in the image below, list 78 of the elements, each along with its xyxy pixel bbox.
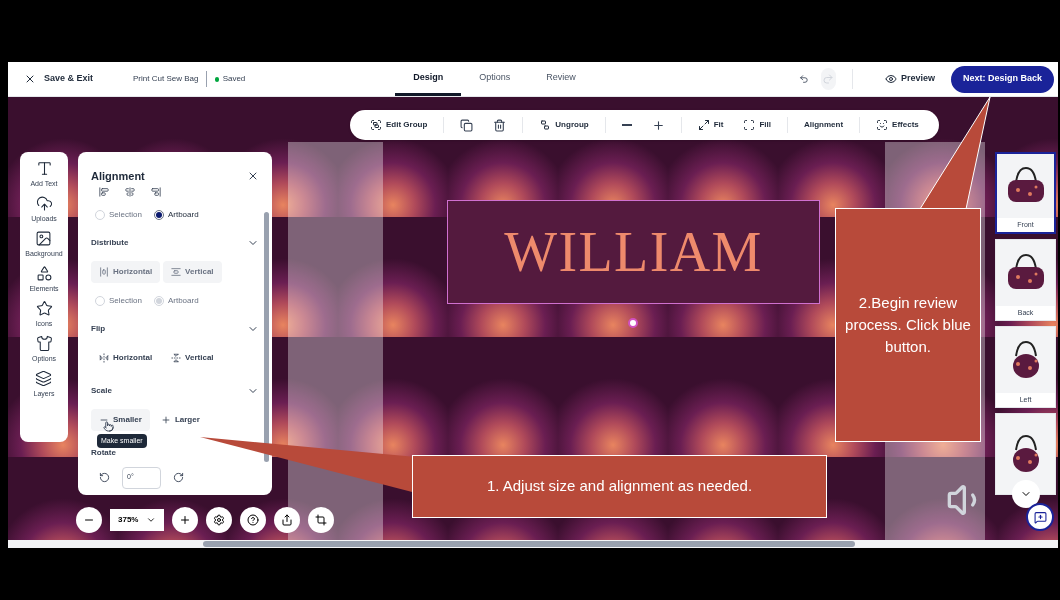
layers-icon bbox=[35, 370, 53, 387]
callout-box: 2.Begin review process. Click blue button. bbox=[835, 208, 981, 442]
text-icon bbox=[35, 160, 53, 177]
settings-icon bbox=[213, 514, 226, 526]
radio-label: Selection bbox=[109, 208, 142, 221]
toolbar-button[interactable]: Fit bbox=[689, 119, 732, 131]
settings-button[interactable] bbox=[206, 507, 233, 533]
align-right-icon[interactable] bbox=[151, 186, 161, 197]
minus-icon bbox=[621, 124, 632, 126]
crop-button[interactable] bbox=[308, 507, 335, 533]
redo-icon bbox=[822, 73, 835, 85]
zoom-level-dropdown[interactable]: 375% bbox=[110, 509, 165, 531]
star-icon bbox=[35, 300, 53, 317]
toolbar-button[interactable]: Fill bbox=[735, 119, 779, 131]
plus-icon bbox=[651, 118, 665, 132]
flip-horizontal-icon bbox=[99, 352, 109, 363]
chat-button[interactable] bbox=[1026, 503, 1054, 531]
frame-icon bbox=[743, 119, 756, 131]
undo-icon[interactable] bbox=[798, 72, 809, 86]
section-title: Scale bbox=[91, 384, 112, 397]
zoom-in-button[interactable] bbox=[172, 507, 199, 533]
horizontal-scrollbar[interactable] bbox=[203, 541, 855, 547]
trash-icon bbox=[493, 118, 507, 132]
shapes-icon bbox=[35, 265, 53, 282]
project-title: Print Cut Sew Bag bbox=[133, 73, 199, 85]
panel-button[interactable]: Smaller bbox=[91, 408, 150, 431]
shirt-icon bbox=[35, 335, 53, 352]
name-text-box[interactable]: WILLIAM bbox=[447, 200, 820, 304]
caret-icon bbox=[146, 515, 157, 525]
tab[interactable]: Options bbox=[461, 62, 529, 96]
hand-cursor-icon bbox=[103, 420, 114, 432]
share-button[interactable] bbox=[274, 507, 301, 533]
toolbar-button[interactable]: Ungroup bbox=[531, 119, 597, 131]
copy-icon bbox=[460, 118, 474, 132]
scrollbar[interactable] bbox=[264, 212, 269, 462]
zoom-out-button[interactable] bbox=[76, 507, 102, 533]
distribute-horizontal-icon bbox=[99, 266, 109, 277]
radio-label: Selection bbox=[109, 294, 142, 307]
panel-title: Alignment bbox=[91, 169, 145, 184]
save-status: Saved bbox=[222, 73, 246, 85]
crop-icon bbox=[315, 514, 328, 526]
rotate-right-icon[interactable] bbox=[173, 472, 184, 483]
image-icon bbox=[35, 230, 53, 247]
panel-button[interactable]: Vertical bbox=[163, 346, 222, 369]
help-button[interactable] bbox=[240, 507, 267, 533]
view-thumbnail[interactable] bbox=[995, 413, 1056, 495]
plus-icon bbox=[179, 514, 192, 526]
panel-button[interactable]: Horizontal bbox=[91, 346, 161, 369]
toolbar-button[interactable]: Edit Group bbox=[362, 119, 436, 131]
save-exit-button[interactable]: Save & Exit bbox=[24, 72, 94, 86]
panel-button[interactable]: Larger bbox=[152, 408, 208, 431]
toolbar-button[interactable]: Alignment bbox=[796, 119, 852, 131]
next-design-back-button[interactable]: Next: Design Back bbox=[950, 65, 1054, 93]
eye-icon bbox=[884, 73, 897, 85]
plus-icon bbox=[160, 414, 171, 425]
chat-icon bbox=[1033, 510, 1047, 524]
upload-icon bbox=[35, 195, 53, 212]
rotate-left-icon[interactable] bbox=[99, 472, 110, 483]
tab[interactable]: Review bbox=[528, 62, 594, 96]
section-title: Distribute bbox=[91, 236, 129, 249]
radio-label: Artboard bbox=[167, 208, 199, 221]
toolbar-button[interactable]: Effects bbox=[868, 119, 927, 131]
section-title: Flip bbox=[91, 322, 106, 335]
section-title: Rotate bbox=[91, 446, 116, 459]
expand-icon bbox=[697, 119, 710, 131]
flip-vertical-icon bbox=[171, 352, 182, 363]
ungroup-icon bbox=[539, 119, 552, 131]
help-icon bbox=[247, 514, 260, 526]
face-scan-icon bbox=[876, 119, 889, 131]
rotate-handle-icon[interactable] bbox=[628, 318, 638, 328]
preview-button[interactable]: Preview bbox=[884, 72, 935, 86]
radio-label: Artboard bbox=[167, 294, 199, 307]
distribute-vertical-icon bbox=[171, 266, 182, 277]
group-icon bbox=[370, 119, 382, 131]
align-left-icon[interactable] bbox=[99, 186, 109, 197]
close-icon bbox=[24, 73, 36, 85]
align-center-icon[interactable] bbox=[125, 186, 135, 197]
share-icon bbox=[281, 514, 294, 526]
